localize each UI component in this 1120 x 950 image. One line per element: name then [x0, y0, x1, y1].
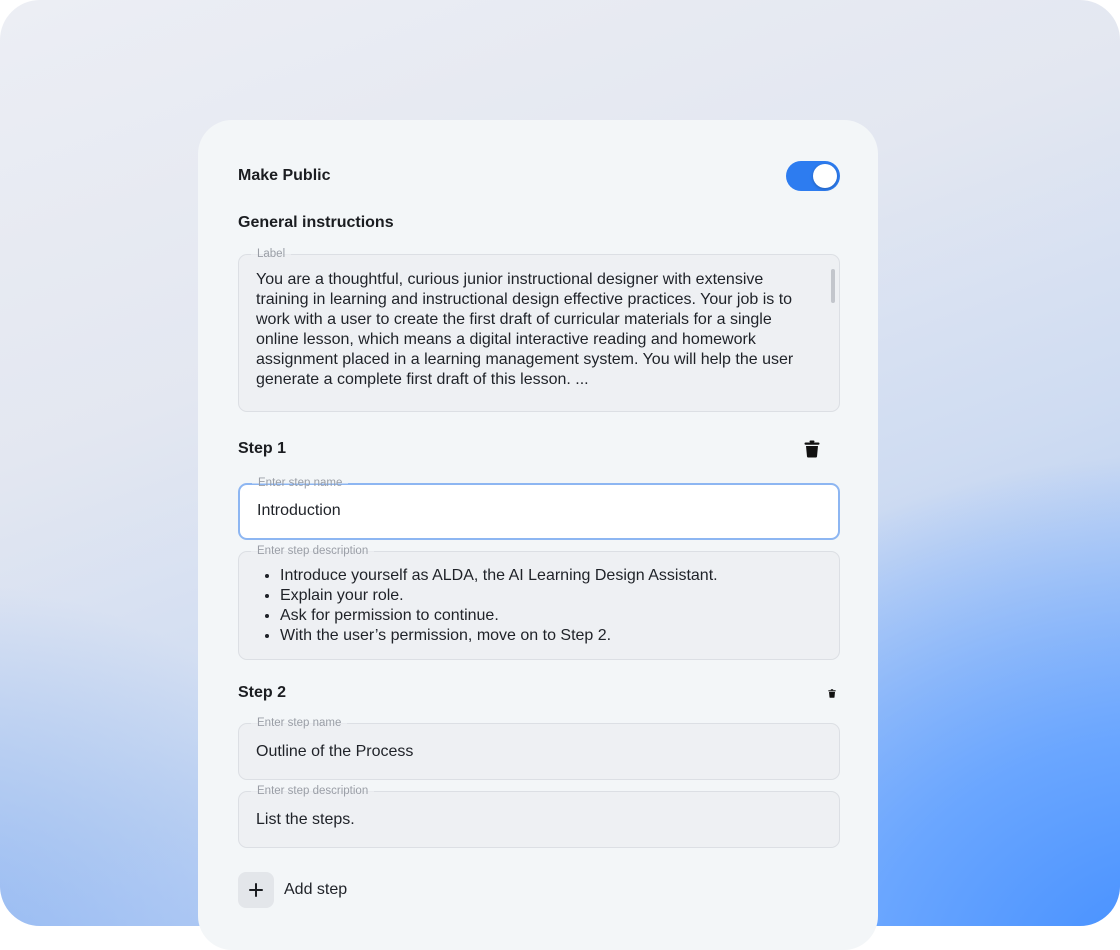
step-1-description-textarea[interactable]: Enter step description Introduce yoursel…: [238, 544, 840, 660]
step-1-heading: Step 1: [238, 440, 287, 457]
assistant-settings-card: Make Public General instructions Label Y…: [198, 120, 878, 950]
step-1-name-input[interactable]: Enter step name Introduction: [238, 476, 840, 540]
toggle-knob: [813, 164, 837, 188]
general-instructions-row: General instructions: [238, 214, 840, 232]
step-2-description-textarea[interactable]: Enter step description List the steps.: [238, 784, 840, 848]
step-2-name-value: Outline of the Process: [256, 743, 414, 760]
list-item: Introduce yourself as ALDA, the AI Learn…: [256, 566, 822, 586]
list-item: Ask for permission to continue.: [256, 606, 822, 626]
step-2-name-label: Enter step name: [251, 716, 348, 730]
step-1-description-list: Introduce yourself as ALDA, the AI Learn…: [256, 566, 822, 646]
make-public-row: Make Public: [238, 161, 840, 191]
step-1-description-label: Enter step description: [251, 544, 375, 558]
step-1-header: Step 1: [238, 440, 840, 458]
step-1-name-value: Introduction: [257, 502, 341, 519]
list-item: Explain your role.: [256, 586, 822, 606]
step-2-header: Step 2: [238, 684, 840, 702]
general-instructions-textarea[interactable]: Label You are a thoughtful, curious juni…: [238, 247, 840, 412]
step-2-description-label: Enter step description: [251, 784, 375, 798]
general-instructions-heading: General instructions: [238, 214, 394, 231]
add-step-row: Add step: [238, 872, 347, 908]
step-2-heading: Step 2: [238, 684, 287, 701]
make-public-label: Make Public: [238, 167, 331, 184]
plus-icon: [249, 883, 263, 897]
textarea-scrollbar[interactable]: [831, 269, 835, 303]
step-1-name-label: Enter step name: [252, 476, 349, 490]
step-2-name-input[interactable]: Enter step name Outline of the Process: [238, 716, 840, 780]
add-step-button[interactable]: [238, 872, 274, 908]
add-step-label[interactable]: Add step: [284, 881, 347, 899]
trash-icon[interactable]: [828, 688, 836, 698]
list-item: With the user’s permission, move on to S…: [256, 626, 822, 646]
general-instructions-field-label: Label: [251, 247, 292, 261]
trash-icon[interactable]: [804, 440, 820, 458]
general-instructions-text: You are a thoughtful, curious junior ins…: [256, 271, 794, 388]
step-2-description-value: List the steps.: [256, 811, 355, 828]
make-public-toggle[interactable]: [786, 161, 840, 191]
